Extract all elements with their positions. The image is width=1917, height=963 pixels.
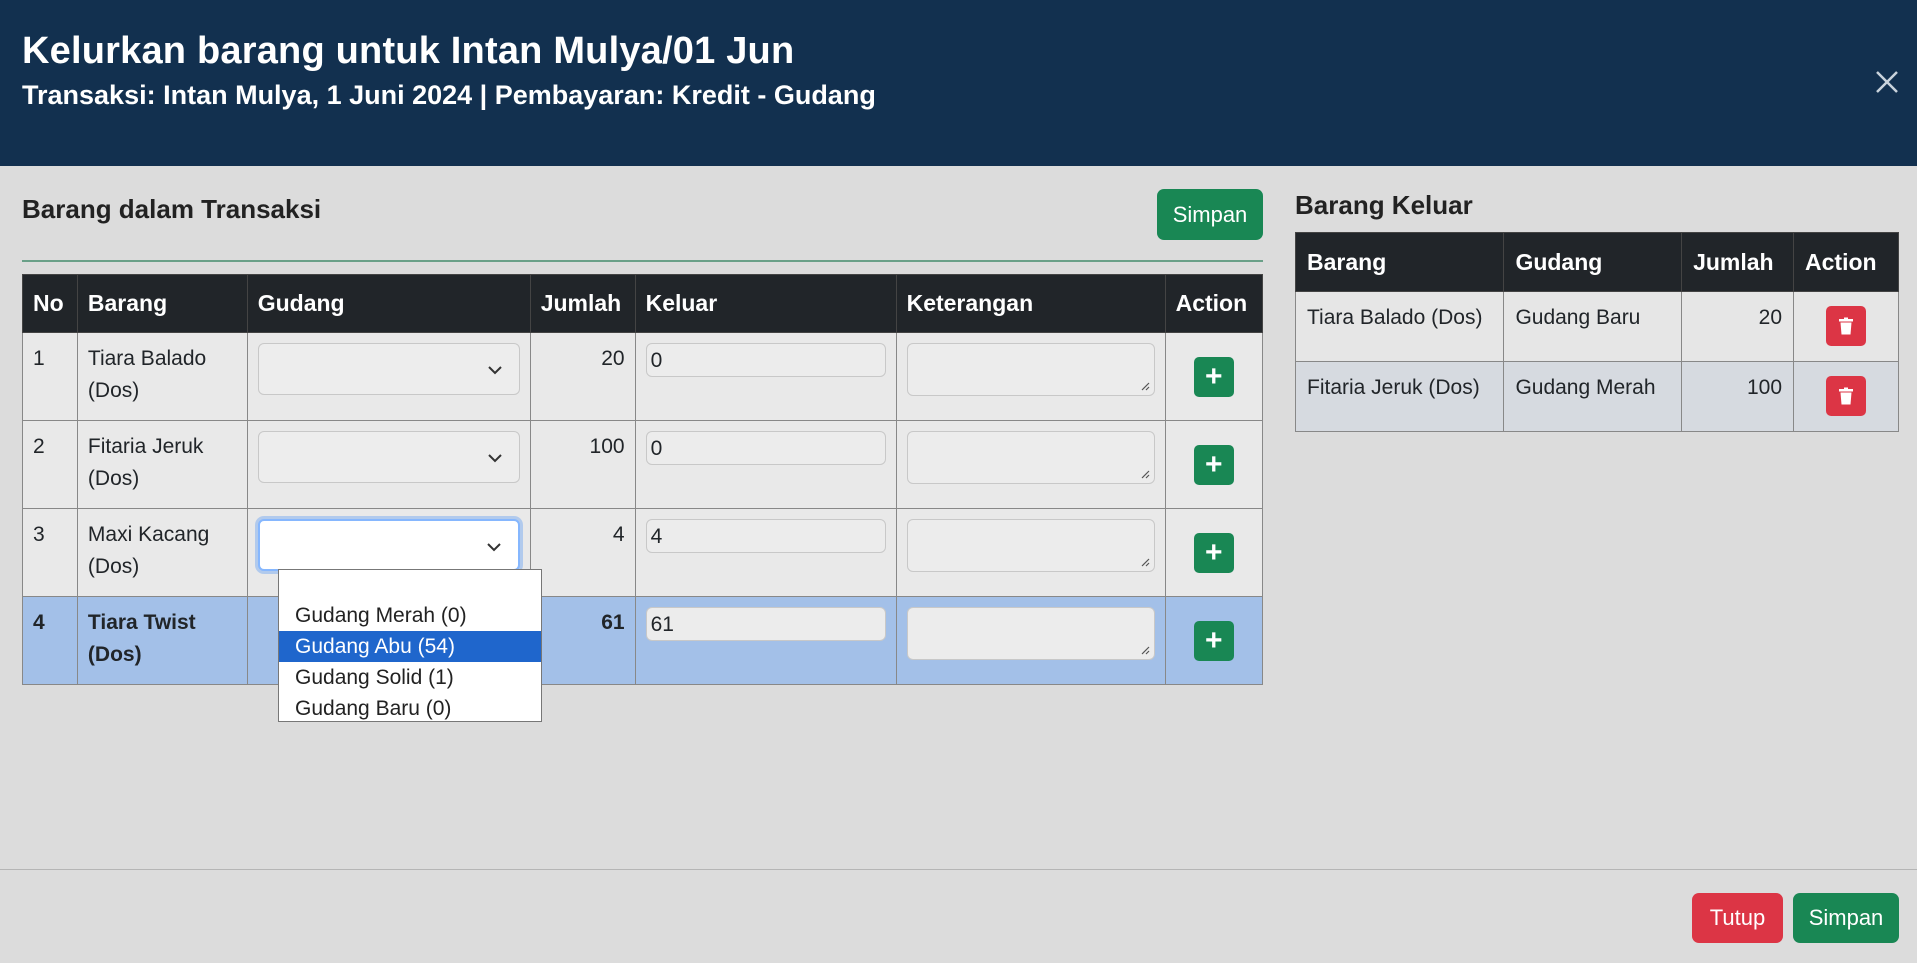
keluar-input[interactable]: 61 bbox=[645, 607, 886, 641]
keluar-input[interactable]: 4 bbox=[645, 519, 886, 553]
gudang-select-open[interactable] bbox=[257, 519, 520, 571]
gudang-dropdown-list: Gudang Merah (0) Gudang Abu (54) Gudang … bbox=[278, 569, 542, 722]
plus-icon[interactable]: + bbox=[1193, 621, 1234, 661]
transaction-items-table: No Barang Gudang Jumlah Keluar Keteranga… bbox=[22, 274, 1264, 685]
row-barang: Tiara Balado (Dos) bbox=[76, 332, 248, 421]
row-no: 2 bbox=[22, 420, 78, 509]
col-header-no: No bbox=[22, 274, 78, 333]
row-barang: Fitaria Jeruk (Dos) bbox=[76, 420, 248, 509]
items-out-title: Barang Keluar bbox=[1295, 190, 1473, 220]
col-header-keluar: Keluar bbox=[634, 274, 897, 333]
row-jumlah: 20 bbox=[529, 332, 636, 421]
gudang-select[interactable] bbox=[257, 343, 520, 395]
row-barang: Fitaria Jeruk (Dos) bbox=[1294, 361, 1505, 432]
delete-button[interactable] bbox=[1826, 306, 1867, 346]
row-gudang: Gudang Baru bbox=[1503, 291, 1683, 362]
dropdown-option[interactable]: Gudang Merah (0) bbox=[279, 600, 541, 631]
keluar-input[interactable]: 0 bbox=[645, 431, 886, 465]
items-out-table: Barang Gudang Jumlah Action Tiara Balado… bbox=[1294, 232, 1899, 432]
dropdown-option-blank[interactable] bbox=[279, 570, 541, 600]
dropdown-option-highlighted[interactable]: Gudang Abu (54) bbox=[279, 631, 541, 662]
table-row: 1 Tiara Balado (Dos) 20 0 + bbox=[22, 332, 1264, 421]
keterangan-textarea[interactable] bbox=[906, 519, 1155, 572]
col-header-keterangan: Keterangan bbox=[895, 274, 1166, 333]
dropdown-option[interactable]: Gudang Baru (0) bbox=[279, 693, 541, 724]
transaction-items-title: Barang dalam Transaksi bbox=[22, 194, 322, 224]
row-barang: Maxi Kacang (Dos) bbox=[76, 508, 248, 597]
table-row: Fitaria Jeruk (Dos) Gudang Merah 100 bbox=[1294, 361, 1899, 432]
col-header-gudang: Gudang bbox=[246, 274, 531, 333]
table-header-row: No Barang Gudang Jumlah Keluar Keteranga… bbox=[22, 274, 1264, 333]
row-jumlah: 20 bbox=[1681, 291, 1795, 362]
table-header-row: Barang Gudang Jumlah Action bbox=[1294, 232, 1899, 292]
close-button[interactable]: Tutup bbox=[1692, 893, 1783, 943]
row-barang: Tiara Twist (Dos) bbox=[76, 596, 248, 685]
col-header-barang: Barang bbox=[1294, 232, 1505, 292]
keterangan-textarea[interactable] bbox=[906, 343, 1155, 396]
table-row-selected: 4 Tiara Twist (Dos) 61 61 + bbox=[22, 596, 1264, 685]
table-row: 3 Maxi Kacang (Dos) 4 4 + bbox=[22, 508, 1264, 597]
col-header-action: Action bbox=[1164, 274, 1264, 333]
save-button-top[interactable]: Simpan bbox=[1157, 189, 1263, 240]
plus-icon[interactable]: + bbox=[1193, 445, 1234, 485]
col-header-gudang: Gudang bbox=[1503, 232, 1683, 292]
col-header-jumlah: Jumlah bbox=[1681, 232, 1795, 292]
resize-grip-icon bbox=[1141, 382, 1150, 391]
row-gudang: Gudang Merah bbox=[1503, 361, 1683, 432]
row-jumlah: 100 bbox=[1681, 361, 1795, 432]
trash-icon bbox=[1839, 387, 1854, 405]
footer-divider bbox=[0, 869, 1917, 870]
dropdown-option[interactable]: Gudang Solid (1) bbox=[279, 662, 541, 693]
col-header-jumlah: Jumlah bbox=[529, 274, 636, 333]
table-row: Tiara Balado (Dos) Gudang Baru 20 bbox=[1294, 291, 1899, 362]
modal-title: Kelurkan barang untuk Intan Mulya/01 Jun bbox=[22, 30, 795, 72]
save-button[interactable]: Simpan bbox=[1793, 893, 1899, 943]
row-no: 1 bbox=[22, 332, 78, 421]
resize-grip-icon bbox=[1141, 646, 1150, 655]
chevron-down-icon bbox=[486, 543, 501, 552]
row-no: 4 bbox=[22, 596, 78, 685]
resize-grip-icon bbox=[1141, 558, 1150, 567]
row-jumlah: 4 bbox=[529, 508, 636, 597]
plus-icon[interactable]: + bbox=[1193, 357, 1234, 397]
modal-header: Kelurkan barang untuk Intan Mulya/01 Jun… bbox=[0, 0, 1917, 166]
plus-icon[interactable]: + bbox=[1193, 533, 1234, 573]
trash-icon bbox=[1839, 317, 1854, 335]
col-header-barang: Barang bbox=[76, 274, 248, 333]
modal-subtitle: Transaksi: Intan Mulya, 1 Juni 2024 | Pe… bbox=[22, 80, 876, 110]
delete-button[interactable] bbox=[1826, 376, 1867, 416]
keluar-input[interactable]: 0 bbox=[645, 343, 886, 377]
chevron-down-icon bbox=[487, 366, 502, 375]
resize-grip-icon bbox=[1141, 470, 1150, 479]
table-row: 2 Fitaria Jeruk (Dos) 100 0 + bbox=[22, 420, 1264, 509]
divider bbox=[22, 260, 1263, 262]
row-no: 3 bbox=[22, 508, 78, 597]
col-header-action: Action bbox=[1793, 232, 1899, 292]
row-barang: Tiara Balado (Dos) bbox=[1294, 291, 1505, 362]
row-jumlah: 61 bbox=[529, 596, 636, 685]
keterangan-textarea[interactable] bbox=[906, 607, 1155, 660]
close-icon[interactable] bbox=[1871, 66, 1903, 98]
row-jumlah: 100 bbox=[529, 420, 636, 509]
gudang-select[interactable] bbox=[257, 431, 520, 483]
chevron-down-icon bbox=[487, 454, 502, 463]
keterangan-textarea[interactable] bbox=[906, 431, 1155, 484]
